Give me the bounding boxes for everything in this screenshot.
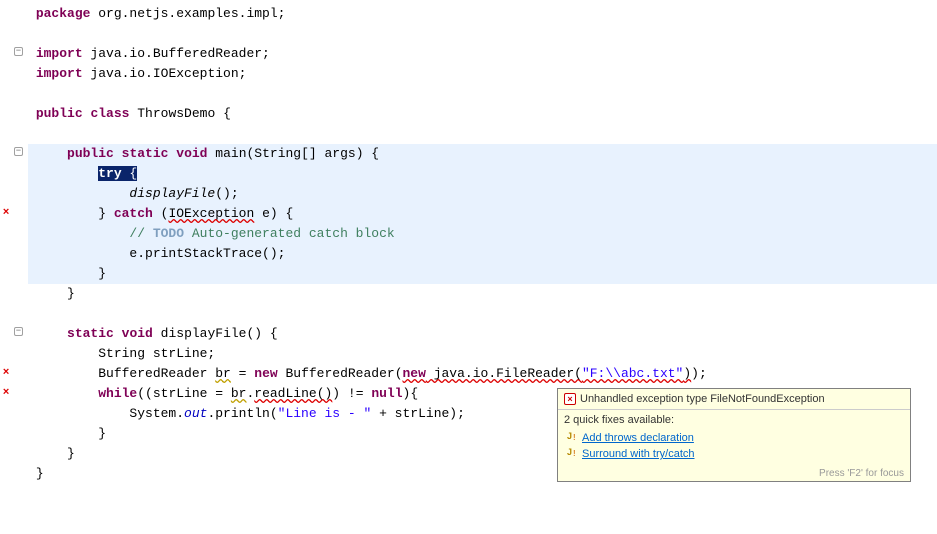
string-literal: "Line is - " — [278, 406, 372, 421]
keyword: public — [67, 146, 114, 161]
fold-icon[interactable]: − — [14, 47, 23, 56]
code-text: BufferedReader — [98, 366, 215, 381]
code-text: (); — [215, 186, 238, 201]
keyword: import — [36, 46, 83, 61]
gutter: − − × − × × — [0, 0, 28, 534]
code-text: java.io.IOException; — [83, 66, 247, 81]
fold-icon[interactable]: − — [14, 147, 23, 156]
keyword: new — [254, 366, 277, 381]
keyword: static — [122, 146, 169, 161]
code-text: System. — [129, 406, 184, 421]
quickfix-surround-trycatch[interactable]: Surround with try/catch — [564, 446, 904, 462]
tooltip-body: 2 quick fixes available: — [558, 410, 910, 428]
code-text: = — [231, 366, 254, 381]
comment: // TODO Auto-generated catch block — [129, 226, 394, 241]
code-text: BufferedReader( — [278, 366, 403, 381]
fold-icon[interactable]: − — [14, 327, 23, 336]
keyword: static — [67, 326, 114, 341]
code-text: } — [67, 286, 75, 301]
method-call: displayFile — [129, 186, 215, 201]
error-icon: × — [564, 393, 576, 405]
tooltip-header: × Unhandled exception type FileNotFoundE… — [558, 389, 910, 410]
code-text: .println( — [207, 406, 277, 421]
keyword: while — [98, 386, 137, 401]
code-text: ((strLine = — [137, 386, 231, 401]
quickfix-add-throws[interactable]: Add throws declaration — [564, 430, 904, 446]
tooltip-fixes: Add throws declaration Surround with try… — [558, 428, 910, 466]
keyword: void — [122, 326, 153, 341]
quickfix-tooltip[interactable]: × Unhandled exception type FileNotFoundE… — [557, 388, 911, 482]
code-text: ThrowsDemo { — [129, 106, 230, 121]
code-text: String strLine; — [98, 346, 215, 361]
error-underline[interactable]: new java.io.FileReader("F:\\abc.txt") — [403, 366, 692, 381]
code-text: ){ — [403, 386, 419, 401]
lightbulb-icon — [566, 432, 578, 444]
keyword: import — [36, 66, 83, 81]
code-text: e.printStackTrace(); — [129, 246, 285, 261]
static-field: out — [184, 406, 207, 421]
tooltip-title: Unhandled exception type FileNotFoundExc… — [580, 393, 825, 405]
code-text: ) != — [332, 386, 371, 401]
fix-link-label: Surround with try/catch — [582, 448, 695, 460]
keyword: class — [90, 106, 129, 121]
code-text: java.io.BufferedReader; — [83, 46, 270, 61]
selection: try { — [98, 166, 137, 181]
keyword: catch — [114, 206, 153, 221]
keyword: void — [176, 146, 207, 161]
error-icon[interactable]: × — [0, 387, 12, 399]
code-text: + strLine); — [371, 406, 465, 421]
keyword: package — [36, 6, 91, 21]
lightbulb-icon — [566, 448, 578, 460]
error-icon[interactable]: × — [0, 207, 12, 219]
code-text: } — [67, 446, 75, 461]
code-text: } — [36, 466, 44, 481]
error-icon[interactable]: × — [0, 367, 12, 379]
code-text: displayFile() { — [153, 326, 278, 341]
code-text: org.netjs.examples.impl; — [90, 6, 285, 21]
code-text: } — [98, 206, 114, 221]
error-underline[interactable]: IOException — [168, 206, 254, 221]
warning-underline[interactable]: br — [231, 386, 247, 401]
tooltip-footer: Press 'F2' for focus — [558, 466, 910, 481]
code-text: e) { — [254, 206, 293, 221]
code-text: ); — [691, 366, 707, 381]
keyword: public — [36, 106, 83, 121]
keyword: null — [371, 386, 402, 401]
code-text: } — [98, 426, 106, 441]
code-text: } — [98, 266, 106, 281]
warning-underline[interactable]: br — [215, 366, 231, 381]
code-text: ( — [153, 206, 169, 221]
fix-link-label: Add throws declaration — [582, 432, 694, 444]
code-text: main(String[] args) { — [207, 146, 379, 161]
error-underline[interactable]: readLine() — [254, 386, 332, 401]
